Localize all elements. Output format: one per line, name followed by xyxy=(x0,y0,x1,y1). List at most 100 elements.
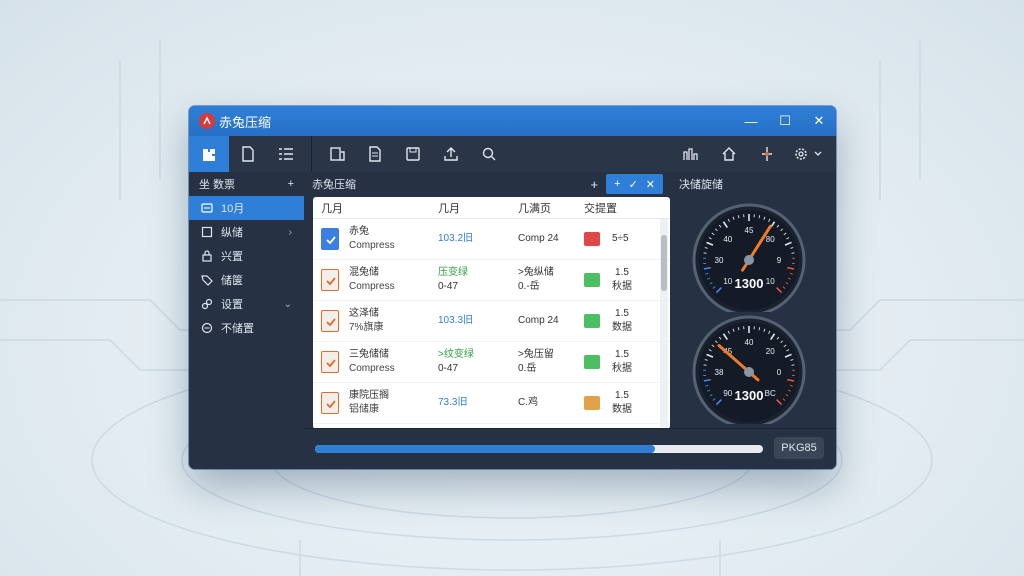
sidebar-item-4[interactable]: 设置 ⌄ xyxy=(189,292,304,316)
gauge-hub xyxy=(744,367,754,377)
file-size: 103.3旧 xyxy=(438,315,474,326)
ratio-status-icon xyxy=(584,314,600,328)
extract-button[interactable] xyxy=(318,136,356,172)
table-row[interactable]: 这泽储 7%旗康 103.3旧 Comp 24 1.5 数据 xyxy=(313,301,670,342)
file-size-cell: 73.3旧 xyxy=(438,396,518,410)
lock-icon xyxy=(201,250,215,262)
maximize-button[interactable]: ☐ xyxy=(768,106,802,136)
sidebar-item-0[interactable]: 10月 xyxy=(189,196,304,220)
file-type-cell: >兔压留 0.岳 xyxy=(518,348,584,376)
link-icon xyxy=(201,298,215,310)
save-icon xyxy=(406,147,420,161)
sidebar-add-button[interactable]: + xyxy=(288,178,294,190)
sidebar-item-label: 设置 xyxy=(221,299,243,311)
file-size-cell: >纹变绿 0-47 xyxy=(438,348,518,376)
speed-panel-title: 决储旋储 xyxy=(679,179,723,191)
search-button[interactable] xyxy=(470,136,508,172)
table-row[interactable]: 赤兔 Compress 103.2旧 Comp 24 5÷5 xyxy=(313,219,670,260)
file-ratio: 1.5 xyxy=(615,349,629,360)
document-button[interactable] xyxy=(356,136,394,172)
gauge-tick-label: 10 xyxy=(766,277,775,286)
minus-circle-icon xyxy=(201,322,215,334)
app-title: 赤兔压缩 xyxy=(219,114,272,130)
sidebar-item-label: 纵储 xyxy=(221,227,243,239)
file-subtitle: 铝储康 xyxy=(349,404,379,415)
table-row[interactable]: 康院压搁 铝储康 73.3旧 C.鸡 1.5 数据 xyxy=(313,383,670,424)
app-window: 赤兔压缩 — ☐ ✕ 坐 数票 + 10月 纵储 › 兴置 储箧 设置 ⌄ 不储… xyxy=(189,106,836,469)
add-button[interactable]: + xyxy=(614,178,620,190)
toolbar-divider xyxy=(311,136,312,172)
compress-icon xyxy=(762,147,772,161)
home-icon xyxy=(722,147,736,161)
file-name-cell: 三兔储储 Compress xyxy=(313,348,438,376)
sidebar-item-1[interactable]: 纵储 › xyxy=(189,220,304,244)
file-icon xyxy=(321,392,339,414)
settings-button[interactable] xyxy=(786,136,830,172)
title-bar: 赤兔压缩 — ☐ ✕ xyxy=(189,106,836,136)
file-ratio: 1.5 xyxy=(615,308,629,319)
file-subtitle: Compress xyxy=(349,240,395,251)
toolbar xyxy=(189,136,836,172)
file-type-cell: >兔纵储 0.-岳 xyxy=(518,266,584,294)
gauge-tick-label: 90 xyxy=(723,389,732,398)
chevron-down-icon xyxy=(814,151,822,156)
table-row[interactable]: 混兔储 Compress 压变绿 0-47 >兔纵储 0.-岳 1.5 秋据 xyxy=(313,260,670,301)
minimize-button[interactable]: — xyxy=(734,106,768,136)
confirm-button[interactable]: ✓ xyxy=(629,178,638,191)
file-icon xyxy=(321,351,339,373)
gauge-tick-label: 40 xyxy=(745,338,754,347)
file-name-cell: 混兔储 Compress xyxy=(313,266,438,294)
sidebar-item-3[interactable]: 储箧 xyxy=(189,268,304,292)
tools-button[interactable] xyxy=(672,136,710,172)
sidebar-item-2[interactable]: 兴置 xyxy=(189,244,304,268)
gauge-hub xyxy=(744,255,754,265)
column-header-ratio[interactable]: 交提置 xyxy=(584,200,656,216)
gauge-tick-label: 20 xyxy=(766,347,775,356)
gauge-tick-label: 0 xyxy=(777,368,782,377)
upload-icon xyxy=(444,147,458,161)
home-button[interactable] xyxy=(710,136,748,172)
file-ratio: 1.5 xyxy=(615,267,629,278)
ratio-status-icon xyxy=(584,396,600,410)
document-icon xyxy=(369,146,381,162)
chevron-down-icon: ⌄ xyxy=(283,298,292,310)
progress-bar xyxy=(315,445,763,453)
gauge-tick-label: BC xyxy=(765,389,776,398)
compress-button[interactable] xyxy=(748,136,786,172)
add-tab-button[interactable]: + xyxy=(591,177,599,192)
save-button[interactable] xyxy=(394,136,432,172)
ratio-status-icon xyxy=(584,355,600,369)
file-list-header: 几月 几月 几满页 交提置 xyxy=(313,197,670,219)
gauge-tick-label: 38 xyxy=(715,368,724,377)
scrollbar-thumb[interactable] xyxy=(661,235,667,291)
file-name-cell: 赤兔 Compress xyxy=(313,225,438,253)
gear-icon xyxy=(795,148,807,160)
ratio-status-icon xyxy=(584,273,600,287)
file-ratio-cell: 1.5 数据 xyxy=(584,307,656,335)
search-icon xyxy=(482,147,496,161)
export-button[interactable] xyxy=(432,136,470,172)
main-pane: 赤兔压缩 + + ✓ ✕ 几月 几月 几满页 交提置 赤兔 Compress 1… xyxy=(304,172,671,469)
gauge-value: 1300 xyxy=(735,276,764,291)
file-type: Comp 24 xyxy=(518,315,559,326)
close-button[interactable]: ✕ xyxy=(802,106,836,136)
main-pane-header: 赤兔压缩 + + ✓ ✕ xyxy=(304,172,671,196)
gauge-tick-label: 10 xyxy=(723,277,732,286)
sidebar-item-label: 兴置 xyxy=(221,251,243,263)
dismiss-button[interactable]: ✕ xyxy=(646,178,655,191)
list-view-button[interactable] xyxy=(267,136,305,172)
column-header-size[interactable]: 几月 xyxy=(438,200,518,216)
new-file-button[interactable] xyxy=(229,136,267,172)
file-size: 73.3旧 xyxy=(438,397,468,408)
file-type-cell: C.鸡 xyxy=(518,396,584,410)
speed-gauge: 10 30 40 45 80 9 101300 xyxy=(692,203,806,312)
file-type: >兔纵储 xyxy=(518,267,554,278)
file-size: 103.2旧 xyxy=(438,233,474,244)
table-row[interactable]: 三兔储储 Compress >纹变绿 0-47 >兔压留 0.岳 1.5 秋据 xyxy=(313,342,670,383)
sidebar-item-5[interactable]: 不储置 xyxy=(189,316,304,340)
column-header-type[interactable]: 几满页 xyxy=(518,200,584,216)
gauge-tick-label: 9 xyxy=(777,256,782,265)
scrollbar[interactable] xyxy=(660,219,668,427)
column-header-name[interactable]: 几月 xyxy=(313,200,438,216)
home-tool-button[interactable] xyxy=(189,136,229,172)
